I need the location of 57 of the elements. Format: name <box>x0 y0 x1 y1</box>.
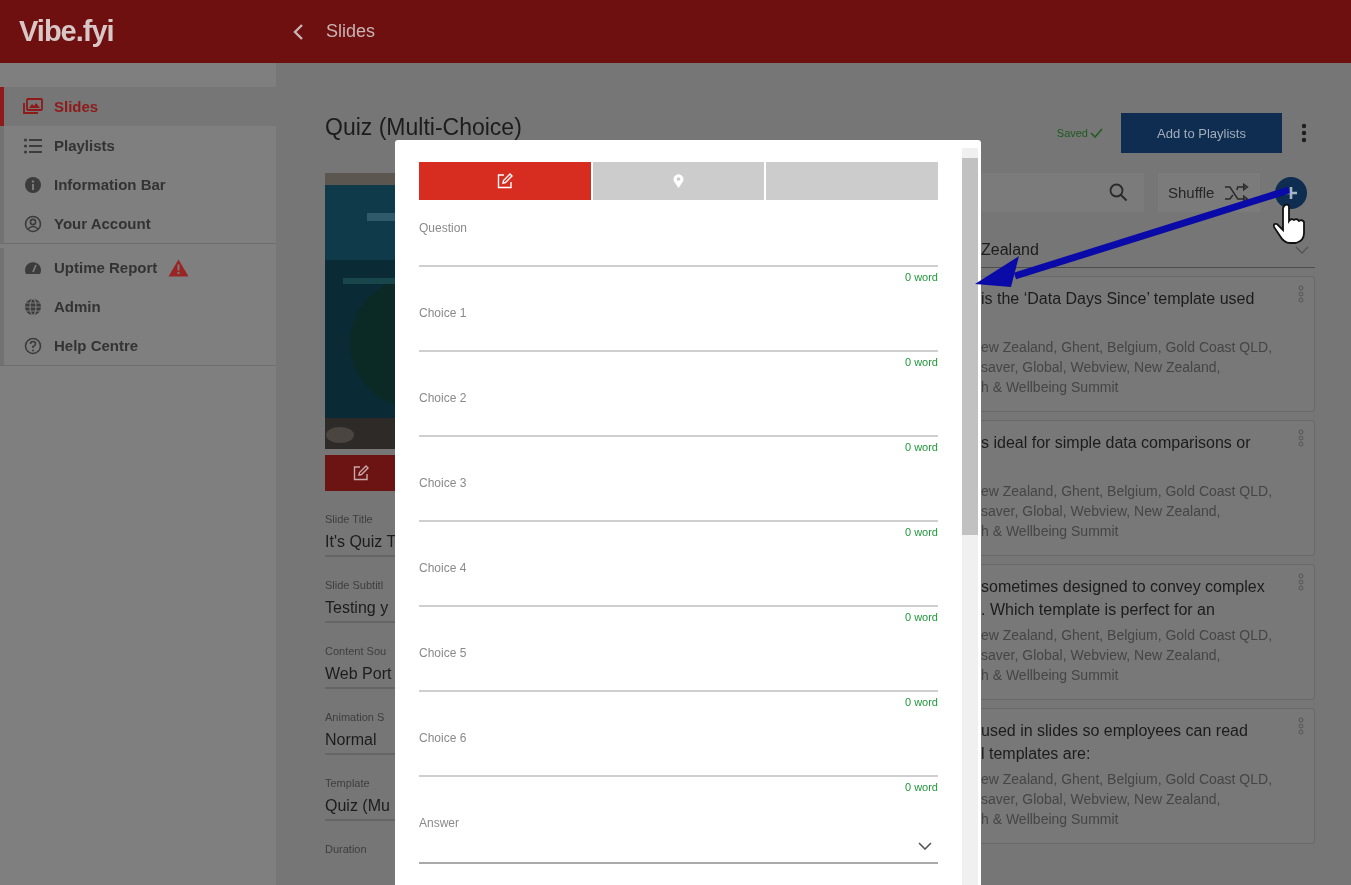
add-to-playlists-button[interactable]: Add to Playlists <box>1121 113 1282 153</box>
scrollbar[interactable] <box>962 148 978 885</box>
logo[interactable]: Vibe.fyi <box>19 15 259 48</box>
location-pin-icon <box>673 174 684 188</box>
field-label: Answer <box>419 816 460 830</box>
question-text: used in slides so employees can read <box>981 721 1249 741</box>
field-label: Duration <box>325 843 368 855</box>
field-label: Choice 2 <box>419 391 468 405</box>
word-count: 0 word <box>904 781 938 793</box>
sidebar-item[interactable]: Information Bar <box>0 165 276 204</box>
sidebar-item[interactable]: Playlists <box>0 126 276 165</box>
sidebar-item[interactable]: Your Account <box>0 204 276 243</box>
sidebar-item[interactable]: Admin <box>0 287 276 326</box>
chevron-down-icon <box>918 842 932 850</box>
search-icon <box>1109 183 1128 202</box>
question-text: is the ‘Data Days Since’ template used <box>981 289 1256 309</box>
back-icon[interactable] <box>292 22 304 41</box>
slide-type-title: Quiz (Multi-Choice) <box>325 114 523 140</box>
tab[interactable] <box>419 162 591 200</box>
sidebar-item[interactable]: Help Centre <box>0 326 276 365</box>
word-count: 0 word <box>904 271 938 283</box>
search-field[interactable] <box>981 173 1144 212</box>
tab[interactable] <box>592 162 765 200</box>
sidebar-item[interactable]: Slides <box>0 87 276 126</box>
question-text: l templates are: <box>981 744 1092 764</box>
field-label: Choice 5 <box>419 646 468 660</box>
check-icon <box>1090 128 1103 138</box>
word-count: 0 word <box>904 356 938 368</box>
tab[interactable] <box>766 162 938 200</box>
field-label: Choice 6 <box>419 731 468 745</box>
shuffle-icon <box>1224 181 1250 204</box>
user-icon <box>23 214 43 233</box>
info-icon <box>23 175 43 194</box>
field-label: Choice 3 <box>419 476 468 490</box>
chevron-down-icon <box>1295 246 1309 254</box>
edit-icon <box>496 173 513 189</box>
list-icon <box>23 136 43 155</box>
word-count: 0 word <box>904 611 938 623</box>
help-icon <box>23 336 43 355</box>
field-label: Choice 4 <box>419 561 468 575</box>
edit-icon <box>353 465 369 481</box>
globe-icon <box>23 297 43 316</box>
question-text: s ideal for simple data comparisons or <box>981 433 1252 453</box>
images-icon <box>23 97 43 116</box>
more-icon[interactable] <box>1301 123 1307 143</box>
save-status: Saved <box>1056 127 1088 139</box>
shuffle-button[interactable]: Shuffle <box>1158 173 1260 212</box>
sidebar-item[interactable]: Uptime Report <box>0 248 276 287</box>
field-label: Question <box>419 221 469 235</box>
word-count: 0 word <box>904 441 938 453</box>
word-count: 0 word <box>904 696 938 708</box>
field-label: Choice 1 <box>419 306 468 320</box>
question-text: sometimes designed to convey complex <box>981 577 1266 597</box>
page-title: Slides <box>326 21 376 42</box>
question-text: . Which template is perfect for an <box>981 600 1216 620</box>
word-count: 0 word <box>904 526 938 538</box>
edit-button[interactable] <box>325 455 395 491</box>
